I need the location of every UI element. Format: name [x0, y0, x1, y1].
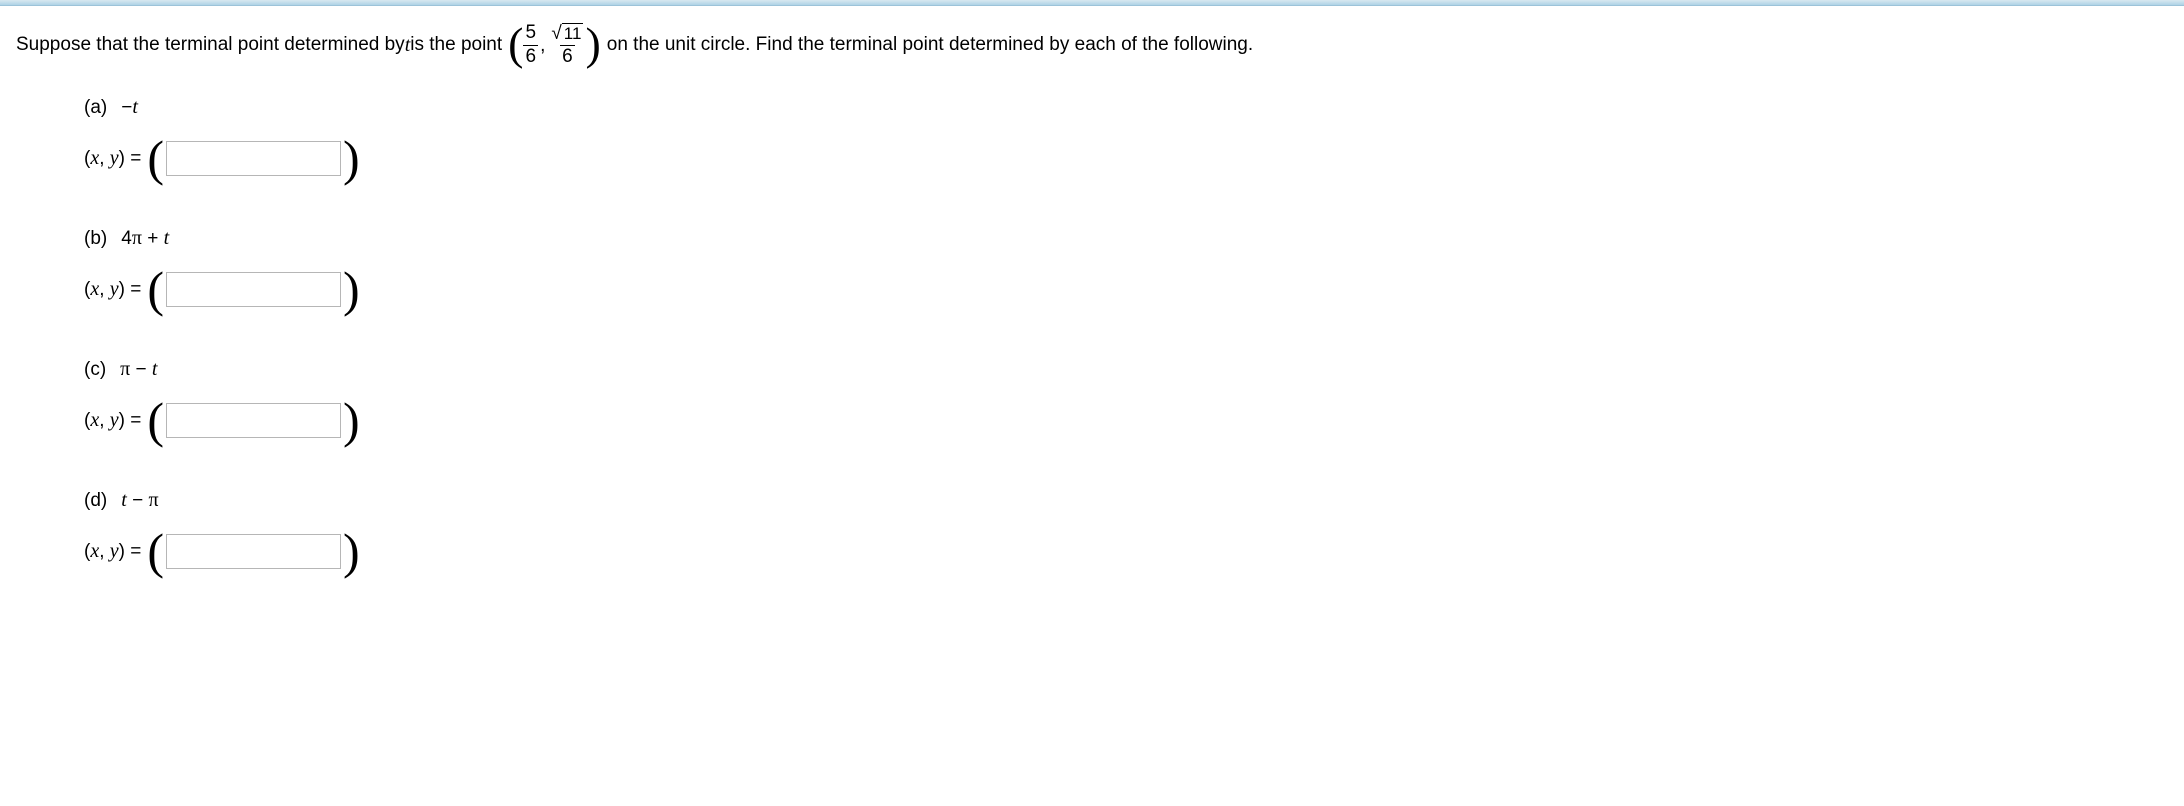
content-area: Suppose that the terminal point determin…	[0, 6, 2184, 650]
part-tag: (a)	[84, 97, 107, 118]
close-paren-icon: )	[585, 21, 600, 67]
close-paren-icon: )	[343, 526, 360, 576]
part-c: (c) π − t (x, y) = ()	[84, 358, 2168, 445]
part-a: (a) −t (x, y) = ()	[84, 96, 2168, 183]
answer-input[interactable]	[166, 403, 341, 438]
question-mid: is the point	[410, 32, 502, 59]
answer-row: (x, y) = ()	[84, 264, 2168, 314]
open-paren-icon: (	[147, 264, 164, 314]
answer-input[interactable]	[166, 534, 341, 569]
open-paren-icon: (	[508, 21, 523, 67]
answer-row: (x, y) = ()	[84, 526, 2168, 576]
question-pre: Suppose that the terminal point determin…	[16, 32, 405, 59]
radical-symbol: √	[551, 24, 561, 43]
part-expression: 4π + t	[121, 228, 169, 249]
xy-equals-label: (x, y) =	[84, 540, 141, 563]
close-paren-icon: )	[343, 395, 360, 445]
part-label: (b) 4π + t	[84, 227, 2168, 250]
answer-input[interactable]	[166, 272, 341, 307]
part-expression: t − π	[121, 490, 158, 511]
xy-equals-label: (x, y) =	[84, 409, 141, 432]
point-comma: ,	[538, 33, 549, 68]
xy-equals-label: (x, y) =	[84, 147, 141, 170]
question-text: Suppose that the terminal point determin…	[16, 22, 2168, 68]
part-label: (d) t − π	[84, 489, 2168, 512]
close-paren-icon: )	[343, 133, 360, 183]
part-expression: −t	[121, 97, 138, 118]
question-post: on the unit circle. Find the terminal po…	[607, 32, 1253, 59]
point-x-fraction: 5 6	[523, 23, 538, 68]
point-y-radicand: 11	[562, 23, 584, 44]
answer-row: (x, y) = ()	[84, 395, 2168, 445]
part-tag: (d)	[84, 490, 107, 511]
answer-input[interactable]	[166, 141, 341, 176]
part-expression: π − t	[120, 359, 157, 380]
open-paren-icon: (	[147, 526, 164, 576]
answer-row: (x, y) = ()	[84, 133, 2168, 183]
part-d: (d) t − π (x, y) = ()	[84, 489, 2168, 576]
point-y-den: 6	[560, 45, 575, 68]
close-paren-icon: )	[343, 264, 360, 314]
part-label: (c) π − t	[84, 358, 2168, 381]
point-y-num: √ 11	[549, 23, 585, 45]
point-y-fraction: √ 11 6	[549, 23, 585, 68]
part-tag: (c)	[84, 359, 106, 380]
open-paren-icon: (	[147, 395, 164, 445]
given-point: ( 5 6 , √ 11 6 )	[508, 22, 601, 68]
part-tag: (b)	[84, 228, 107, 249]
xy-equals-label: (x, y) =	[84, 278, 141, 301]
point-x-den: 6	[523, 45, 538, 68]
point-x-num: 5	[523, 23, 538, 45]
sqrt-icon: √ 11	[551, 23, 583, 44]
open-paren-icon: (	[147, 133, 164, 183]
part-b: (b) 4π + t (x, y) = ()	[84, 227, 2168, 314]
parts-container: (a) −t (x, y) = () (b) 4π + t (x, y) = () (c) π…	[84, 96, 2168, 576]
part-label: (a) −t	[84, 96, 2168, 119]
